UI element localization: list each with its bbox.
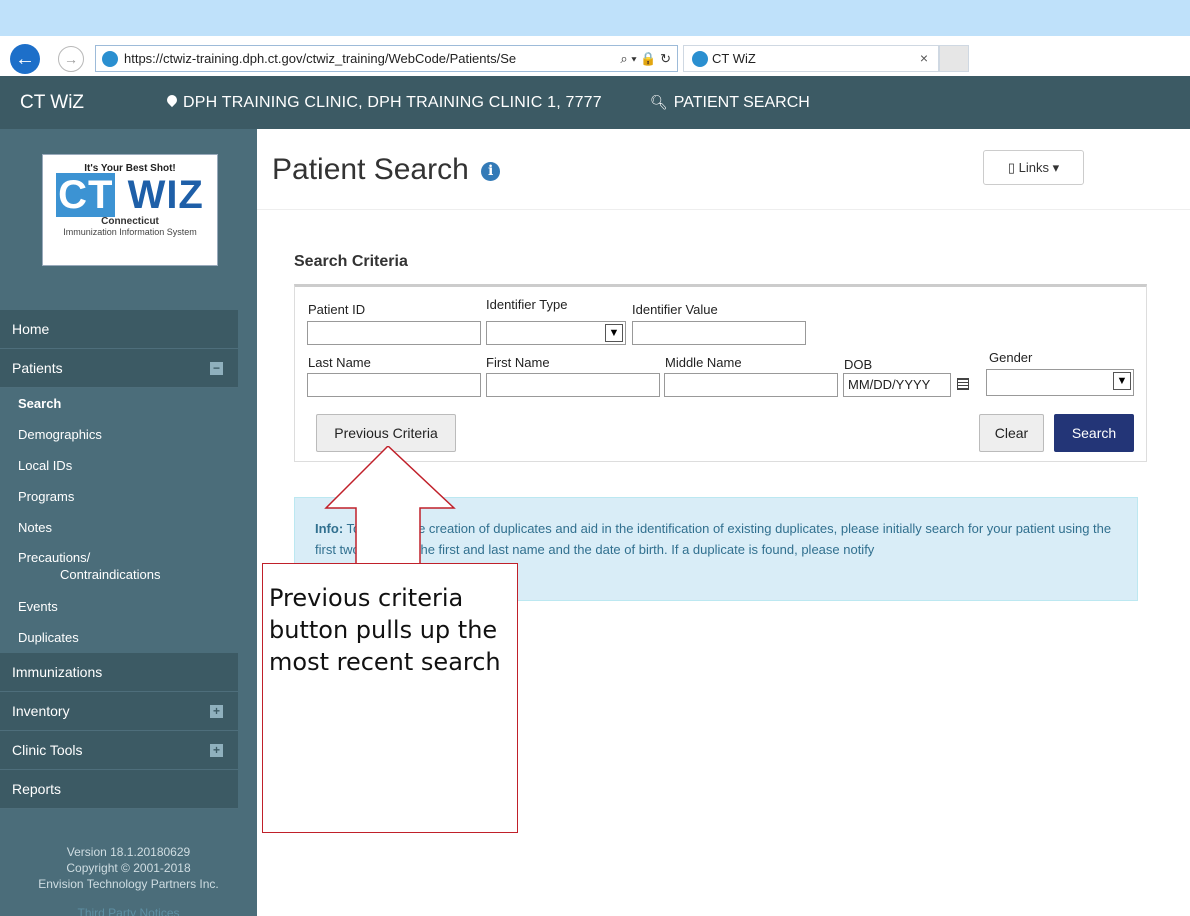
patient-search-label: PATIENT SEARCH xyxy=(673,94,810,111)
sidebar-item-label: Patients xyxy=(12,360,63,376)
clinic-label: DPH TRAINING CLINIC, DPH TRAINING CLINIC… xyxy=(183,94,602,111)
patient-id-input[interactable] xyxy=(307,321,481,345)
chevron-down-icon: ▼ xyxy=(605,324,623,342)
sidebar-item-immunizations[interactable]: Immunizations xyxy=(0,653,238,692)
page-title: Patient Search i xyxy=(272,153,501,187)
sidebar-item-duplicates[interactable]: Duplicates xyxy=(0,622,238,653)
identifier-value-input[interactable] xyxy=(632,321,806,345)
sidebar-item-search[interactable]: Search xyxy=(0,388,238,419)
gender-label: Gender xyxy=(989,350,1033,365)
precautions-label-1: Precautions/ xyxy=(18,550,91,565)
back-arrow-icon[interactable]: ← xyxy=(10,44,40,74)
patient-search-link[interactable]: 🔍︎ PATIENT SEARCH xyxy=(650,94,810,112)
app-header: CT WiZ DPH TRAINING CLINIC, DPH TRAINING… xyxy=(0,76,1190,129)
clinic-selector[interactable]: DPH TRAINING CLINIC, DPH TRAINING CLINIC… xyxy=(167,94,602,112)
info-icon[interactable]: i xyxy=(481,161,501,181)
links-label: Links ▾ xyxy=(1018,160,1060,175)
site-favicon-icon xyxy=(102,51,118,67)
sidebar: It's Your Best Shot! CT WIZ Connecticut … xyxy=(0,129,257,916)
tab-favicon-icon xyxy=(692,51,708,67)
new-tab-button[interactable] xyxy=(939,45,969,72)
third-party-notices-link[interactable]: Third Party Notices xyxy=(0,906,257,916)
search-criteria-title: Search Criteria xyxy=(294,253,408,270)
last-name-input[interactable] xyxy=(307,373,481,397)
annotation-callout: Previous criteria button pulls up the mo… xyxy=(262,563,518,833)
expand-icon[interactable]: + xyxy=(210,705,223,718)
sidebar-item-notes[interactable]: Notes xyxy=(0,512,238,543)
address-bar[interactable]: https://ctwiz-training.dph.ct.gov/ctwiz_… xyxy=(95,45,678,72)
sidebar-item-local-ids[interactable]: Local IDs xyxy=(0,450,238,481)
precautions-label-2: Contraindications xyxy=(60,567,161,582)
address-tools[interactable]: ⌕ ▾ 🔒 ↻ xyxy=(616,46,671,71)
identifier-type-label: Identifier Type xyxy=(486,297,568,312)
collapse-icon[interactable]: − xyxy=(210,362,223,375)
copyright-text: Copyright © 2001-2018 xyxy=(66,861,191,875)
patients-submenu: Search Demographics Local IDs Programs N… xyxy=(0,388,238,653)
sidebar-item-programs[interactable]: Programs xyxy=(0,481,238,512)
annotation-arrow xyxy=(324,446,456,566)
ct-wiz-logo: It's Your Best Shot! CT WIZ Connecticut … xyxy=(42,154,218,266)
brand-title[interactable]: CT WiZ xyxy=(20,92,84,114)
search-button[interactable]: Search xyxy=(1054,414,1134,452)
sidebar-item-inventory[interactable]: Inventory + xyxy=(0,692,238,731)
sidebar-item-patients[interactable]: Patients − xyxy=(0,349,238,388)
sidebar-item-label: Inventory xyxy=(12,703,70,719)
logo-wordmark: CT WIZ xyxy=(56,173,204,217)
patient-id-label: Patient ID xyxy=(308,302,366,317)
company-text: Envision Technology Partners Inc. xyxy=(38,877,219,891)
clear-button[interactable]: Clear xyxy=(979,414,1044,452)
sidebar-menu: Home Patients − Search Demographics Loca… xyxy=(0,310,238,809)
chevron-down-icon: ▼ xyxy=(1113,372,1131,390)
tab-title: CT WiZ xyxy=(712,51,756,66)
page-title-text: Patient Search xyxy=(272,153,469,186)
first-name-input[interactable] xyxy=(486,373,660,397)
forward-arrow-icon[interactable]: → xyxy=(58,46,84,72)
middle-name-label: Middle Name xyxy=(665,355,742,370)
first-name-label: First Name xyxy=(486,355,550,370)
logo-system: Immunization Information System xyxy=(63,227,197,237)
screenshot-frame: ← → https://ctwiz-training.dph.ct.gov/ct… xyxy=(0,0,1190,916)
sidebar-item-clinic-tools[interactable]: Clinic Tools + xyxy=(0,731,238,770)
version-info: Version 18.1.20180629 Copyright © 2001-2… xyxy=(0,844,257,892)
logo-state: Connecticut xyxy=(101,216,159,227)
gender-select[interactable]: ▼ xyxy=(986,369,1134,396)
identifier-type-select[interactable]: ▼ xyxy=(486,321,626,345)
location-pin-icon xyxy=(167,95,177,107)
clipboard-icon: ▯ xyxy=(1007,160,1016,175)
calendar-icon[interactable] xyxy=(957,378,969,390)
search-icon: 🔍︎ xyxy=(650,94,668,110)
last-name-label: Last Name xyxy=(308,355,371,370)
browser-tab[interactable]: CT WiZ × xyxy=(683,45,939,72)
identifier-value-label: Identifier Value xyxy=(632,302,718,317)
divider xyxy=(257,209,1190,210)
middle-name-input[interactable] xyxy=(664,373,838,397)
sidebar-item-label: Clinic Tools xyxy=(12,742,83,758)
sidebar-item-reports[interactable]: Reports xyxy=(0,770,238,809)
dob-input[interactable]: MM/DD/YYYY xyxy=(843,373,951,397)
tab-close-icon[interactable]: × xyxy=(920,46,928,71)
sidebar-item-demographics[interactable]: Demographics xyxy=(0,419,238,450)
version-text: Version 18.1.20180629 xyxy=(66,845,191,859)
sidebar-item-precautions[interactable]: Precautions/ Contraindications xyxy=(0,543,238,591)
links-dropdown-button[interactable]: ▯ Links ▾ xyxy=(983,150,1084,185)
url-text: https://ctwiz-training.dph.ct.gov/ctwiz_… xyxy=(124,51,517,66)
expand-icon[interactable]: + xyxy=(210,744,223,757)
sidebar-item-events[interactable]: Events xyxy=(0,591,238,622)
sidebar-item-home[interactable]: Home xyxy=(0,310,238,349)
dob-label: DOB xyxy=(844,357,873,372)
